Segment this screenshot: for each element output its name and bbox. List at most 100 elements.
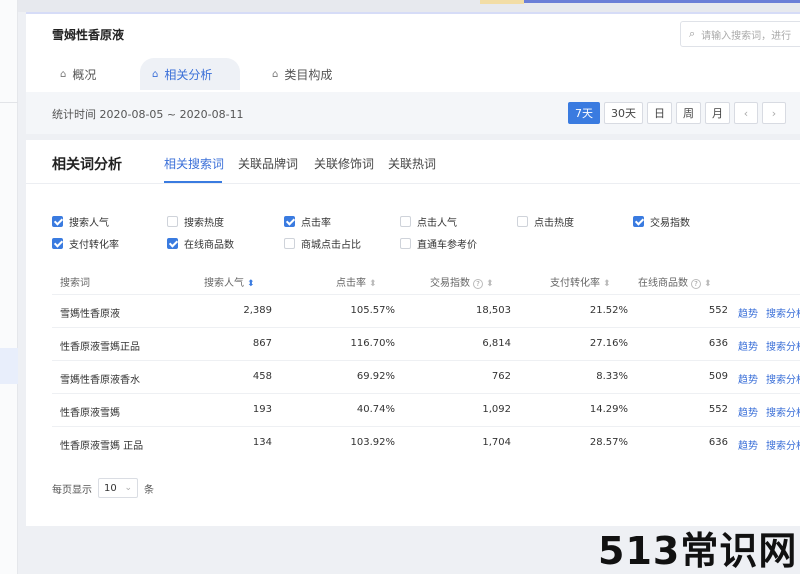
top-accent <box>480 0 524 4</box>
checkbox-icon <box>633 216 644 227</box>
period-30d-button[interactable]: 30天 <box>604 102 643 124</box>
sidebar-active-item[interactable] <box>0 348 18 384</box>
help-icon[interactable]: ? <box>691 279 701 289</box>
checkbox-label: 搜索热度 <box>184 218 224 229</box>
tab-overview[interactable]: ⌂ 概况 <box>48 58 108 90</box>
sort-desc-icon[interactable]: ⬍ <box>247 279 255 289</box>
period-7d-button[interactable]: 7天 <box>568 102 600 124</box>
checkbox-icon <box>284 216 295 227</box>
metric-checkbox[interactable]: 直通车参考价 <box>400 236 477 251</box>
header-search-term: 搜索词 <box>60 274 90 289</box>
trend-link[interactable]: 趋势 <box>738 338 758 353</box>
pager-prefix: 每页显示 <box>52 484 92 496</box>
checkbox-icon <box>167 238 178 249</box>
pager-suffix: 条 <box>144 484 154 496</box>
stat-bar: 统计时间 2020-08-05 ~ 2020-08-11 7天 30天 日 周 … <box>26 92 800 134</box>
next-icon[interactable]: › <box>762 102 786 124</box>
checkbox-label: 直通车参考价 <box>417 240 477 251</box>
period-month-button[interactable]: 月 <box>705 102 730 124</box>
divider <box>26 183 800 184</box>
search-input[interactable]: ⌕ 请输入搜索词，进行 <box>680 21 800 47</box>
header-ctr[interactable]: 点击率 ⬍ <box>336 274 377 289</box>
header-trade-index[interactable]: 交易指数? ⬍ <box>430 274 494 289</box>
sort-icon[interactable]: ⬍ <box>603 279 611 289</box>
search-analysis-link[interactable]: 搜索分析 <box>766 305 800 320</box>
page-size-control: 每页显示 10 ⌄ 条 <box>52 478 154 498</box>
tab-category[interactable]: ⌂ 类目构成 <box>260 58 344 90</box>
metric-checkbox[interactable]: 交易指数 <box>633 214 690 229</box>
subtab-modifier-words[interactable]: 关联修饰词 <box>314 155 374 172</box>
left-sidebar <box>0 0 18 574</box>
cell-trade: 18,503 <box>476 305 511 316</box>
metric-checkbox[interactable]: 搜索人气 <box>52 214 109 229</box>
metric-checkbox[interactable]: 点击率 <box>284 214 331 229</box>
trend-link[interactable]: 趋势 <box>738 404 758 419</box>
table-header: 搜索词 搜索人气 ⬍ 点击率 ⬍ 交易指数? ⬍ 支付转化率 ⬍ 在线商品数? ⬍ <box>26 266 800 294</box>
cell-trade: 1,704 <box>482 437 511 448</box>
watermark-logo: 513常识网 <box>598 529 798 573</box>
header-label: 在线商品数 <box>638 278 688 289</box>
trend-link[interactable]: 趋势 <box>738 305 758 320</box>
table-row: 性香原液雪媽正品 867 116.70% 6,814 27.16% 636 趋势… <box>52 327 800 360</box>
page-size-select[interactable]: 10 ⌄ <box>98 478 138 498</box>
cell-popularity: 193 <box>252 404 272 415</box>
header-online-items[interactable]: 在线商品数? ⬍ <box>638 274 712 289</box>
checkbox-icon <box>167 216 178 227</box>
cell-items: 636 <box>708 338 728 349</box>
metric-checkbox[interactable]: 在线商品数 <box>167 236 234 251</box>
top-blue-line <box>524 0 800 3</box>
search-analysis-link[interactable]: 搜索分析 <box>766 404 800 419</box>
period-selector: 7天 30天 日 周 月 ‹ › <box>568 102 786 124</box>
metric-checkbox[interactable]: 支付转化率 <box>52 236 119 251</box>
prev-icon[interactable]: ‹ <box>734 102 758 124</box>
checkbox-icon <box>400 238 411 249</box>
metric-checkbox[interactable]: 点击热度 <box>517 214 574 229</box>
top-strip <box>18 0 800 12</box>
checkbox-label: 点击人气 <box>417 218 457 229</box>
cell-conversion: 21.52% <box>589 305 628 316</box>
cell-items: 636 <box>708 437 728 448</box>
search-analysis-link[interactable]: 搜索分析 <box>766 338 800 353</box>
cell-conversion: 14.29% <box>589 404 628 415</box>
help-icon[interactable]: ? <box>473 279 483 289</box>
checkbox-label: 支付转化率 <box>69 240 119 251</box>
metric-checkbox[interactable]: 商城点击占比 <box>284 236 361 251</box>
tab-related-analysis[interactable]: ⌂ 相关分析 <box>140 58 240 90</box>
checkbox-label: 在线商品数 <box>184 240 234 251</box>
sort-icon[interactable]: ⬍ <box>486 279 494 289</box>
subtab-brand-words[interactable]: 关联品牌词 <box>238 155 298 172</box>
search-analysis-link[interactable]: 搜索分析 <box>766 371 800 386</box>
bag-icon: ⌂ <box>60 68 67 80</box>
header-card: 雪姆性香原液 ⌕ 请输入搜索词，进行 ⌂ 概况 ⌂ 相关分析 ⌂ 类目构成 统计… <box>26 12 800 134</box>
cell-popularity: 134 <box>252 437 272 448</box>
sort-icon[interactable]: ⬍ <box>704 279 712 289</box>
subtab-hot-words[interactable]: 关联热词 <box>388 155 436 172</box>
period-week-button[interactable]: 周 <box>676 102 701 124</box>
cell-trade: 1,092 <box>482 404 511 415</box>
cell-term: 雪媽性香原液香水 <box>60 375 140 386</box>
header-search-popularity[interactable]: 搜索人气 ⬍ <box>204 274 255 289</box>
metric-checkbox[interactable]: 搜索热度 <box>167 214 224 229</box>
metric-checkbox[interactable]: 点击人气 <box>400 214 457 229</box>
trend-link[interactable]: 趋势 <box>738 371 758 386</box>
bag-icon: ⌂ <box>272 68 279 80</box>
cell-popularity: 458 <box>252 371 272 382</box>
sort-icon[interactable]: ⬍ <box>369 279 377 289</box>
search-analysis-link[interactable]: 搜索分析 <box>766 437 800 452</box>
product-title: 雪姆性香原液 <box>52 28 125 42</box>
tab-label: 类目构成 <box>284 67 333 82</box>
header-conversion[interactable]: 支付转化率 ⬍ <box>550 274 611 289</box>
search-placeholder: 请输入搜索词，进行 <box>701 30 792 42</box>
subtab-related-search[interactable]: 相关搜索词 <box>164 155 224 172</box>
checkbox-icon <box>52 238 63 249</box>
date-range: 统计时间 2020-08-05 ~ 2020-08-11 <box>52 108 244 121</box>
period-day-button[interactable]: 日 <box>647 102 672 124</box>
trend-link[interactable]: 趋势 <box>738 437 758 452</box>
page-size-value: 10 <box>104 482 117 494</box>
checkbox-label: 搜索人气 <box>69 218 109 229</box>
cell-items: 552 <box>708 305 728 316</box>
cell-term: 性香原液雪媽 <box>60 408 120 419</box>
table-row: 性香原液雪媽 193 40.74% 1,092 14.29% 552 趋势 搜索… <box>52 393 800 426</box>
table-row: 雪媽性香原液香水 458 69.92% 762 8.33% 509 趋势 搜索分… <box>52 360 800 393</box>
bag-icon: ⌂ <box>152 68 159 80</box>
